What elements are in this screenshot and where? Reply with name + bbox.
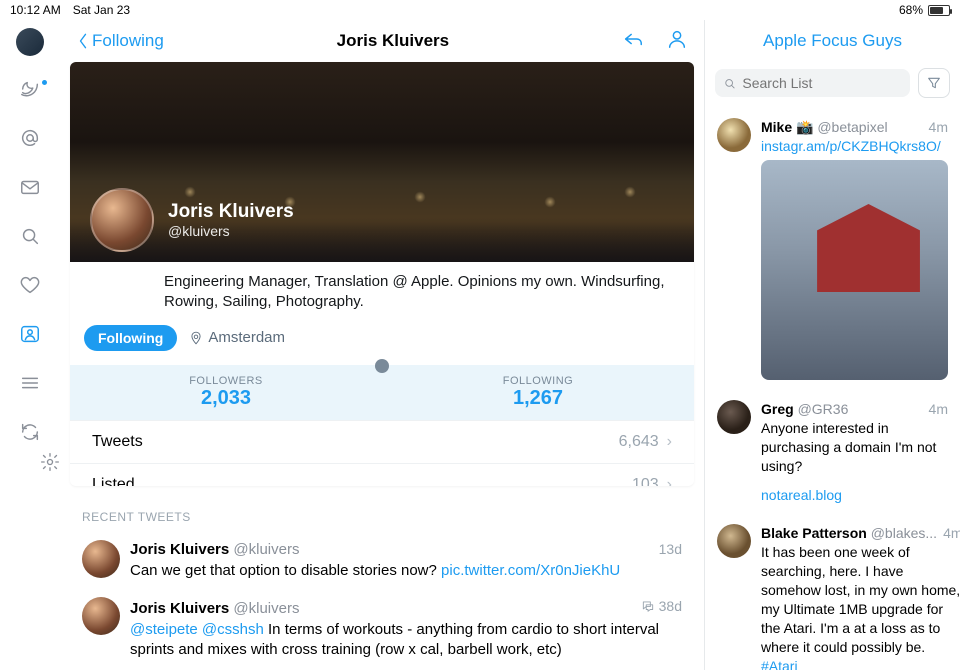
- tweet-age: 13d: [659, 540, 682, 559]
- list-title[interactable]: Apple Focus Guys: [705, 20, 960, 62]
- user-icon[interactable]: [666, 28, 688, 55]
- search-input-wrap[interactable]: [715, 69, 910, 97]
- tweets-row[interactable]: Tweets 6,643›: [70, 420, 694, 463]
- feed-text: Anyone interested in purchasing a domain…: [761, 419, 948, 476]
- feed-text: It has been one week of searching, here.…: [761, 543, 960, 670]
- feed-link[interactable]: instagr.am/p/CKZBHQkrs8O/: [761, 137, 948, 156]
- location-pin-icon: [189, 331, 203, 345]
- timeline-icon[interactable]: [19, 78, 41, 105]
- media-link[interactable]: pic.twitter.com/Xr0nJieKhU: [441, 562, 620, 579]
- media-image[interactable]: [761, 160, 948, 380]
- tweet-row[interactable]: Joris Kluivers @kluivers 13d Can we get …: [60, 534, 704, 591]
- battery-icon: [928, 5, 950, 16]
- back-button[interactable]: Following: [76, 31, 164, 51]
- chevron-left-icon: [76, 31, 90, 51]
- feed-avatar[interactable]: [717, 118, 751, 152]
- tweet-text: Can we get that option to disable storie…: [130, 561, 682, 581]
- search-input[interactable]: [742, 75, 902, 91]
- account-avatar[interactable]: [16, 28, 44, 56]
- tweet-avatar[interactable]: [82, 540, 120, 578]
- feed-link[interactable]: notareal.blog: [761, 486, 948, 505]
- listed-row[interactable]: Listed 103›: [70, 463, 694, 487]
- follow-button[interactable]: Following: [84, 325, 177, 351]
- profile-name: Joris Kluivers: [168, 201, 294, 223]
- settings-icon[interactable]: [40, 452, 60, 477]
- profile-handle: @kluivers: [168, 223, 294, 239]
- chevron-right-icon: ›: [667, 476, 672, 487]
- tweet-age: 38d: [641, 597, 682, 616]
- battery-percent: 68%: [899, 3, 923, 17]
- profile-avatar[interactable]: [90, 188, 154, 252]
- profile-bio: Engineering Manager, Translation @ Apple…: [70, 262, 694, 321]
- profile-location: Amsterdam: [189, 329, 285, 346]
- feed-avatar[interactable]: [717, 400, 751, 434]
- tweet-text: @steipete @csshsh In terms of workouts -…: [130, 620, 682, 661]
- list-column: Apple Focus Guys Mike 📸 @betapixel4m ins…: [705, 20, 960, 670]
- list-item[interactable]: Blake Patterson @blakes...4m It has been…: [705, 516, 960, 670]
- page-title: Joris Kluivers: [337, 31, 449, 51]
- tweet-avatar[interactable]: [82, 597, 120, 635]
- back-label: Following: [92, 31, 164, 51]
- cover-image: Joris Kluivers @kluivers: [70, 62, 694, 262]
- likes-icon[interactable]: [19, 274, 41, 301]
- messages-icon[interactable]: [19, 176, 41, 203]
- profile-column: Following Joris Kluivers Joris Kluivers …: [60, 20, 705, 670]
- search-icon: [723, 76, 736, 91]
- mention-link[interactable]: @steipete @csshsh: [130, 621, 264, 638]
- tweet-row[interactable]: Joris Kluivers @kluivers 38d @steipete @…: [60, 591, 704, 670]
- drag-handle[interactable]: [375, 359, 389, 373]
- conversation-icon: [641, 599, 655, 613]
- status-bar: 10:12 AM Sat Jan 23 68%: [0, 0, 960, 20]
- hashtag-link[interactable]: #Atari: [761, 658, 798, 670]
- more-icon[interactable]: [19, 372, 41, 399]
- recent-tweets-heading: RECENT TWEETS: [60, 486, 704, 534]
- chevron-right-icon: ›: [667, 433, 672, 450]
- feed-avatar[interactable]: [717, 524, 751, 558]
- following-stat[interactable]: FOLLOWING 1,267: [382, 365, 694, 420]
- sidebar: [0, 20, 60, 670]
- mentions-icon[interactable]: [19, 127, 41, 154]
- activity-icon[interactable]: [19, 421, 41, 448]
- filter-button[interactable]: [918, 68, 950, 98]
- list-item[interactable]: Mike 📸 @betapixel4m instagr.am/p/CKZBHQk…: [705, 110, 960, 392]
- status-time: 10:12 AM: [10, 3, 61, 17]
- status-date: Sat Jan 23: [73, 3, 130, 17]
- list-item[interactable]: Greg @GR364m Anyone interested in purcha…: [705, 392, 960, 516]
- search-icon[interactable]: [19, 225, 41, 252]
- reply-icon[interactable]: [622, 28, 644, 55]
- profile-icon[interactable]: [19, 323, 41, 350]
- followers-stat[interactable]: FOLLOWERS 2,033: [70, 365, 382, 420]
